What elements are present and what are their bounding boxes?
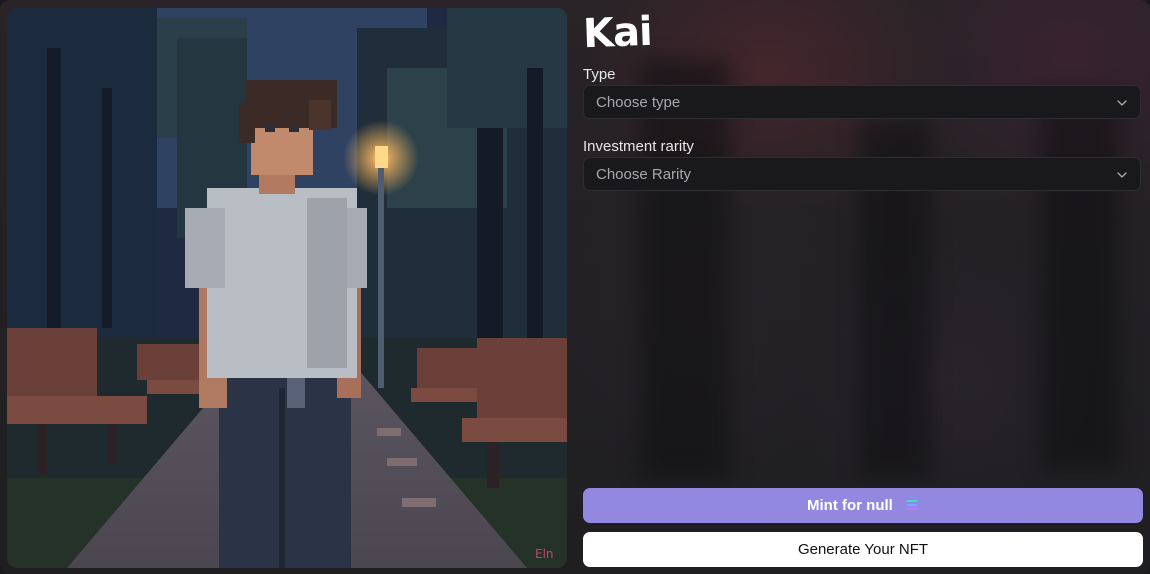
- pixel-art-illustration: Eln: [7, 8, 567, 568]
- nft-name-title: Kai: [582, 8, 653, 58]
- artist-signature: Eln: [535, 547, 554, 561]
- generate-nft-button[interactable]: Generate Your NFT: [583, 532, 1143, 567]
- type-select[interactable]: Choose type: [583, 85, 1141, 119]
- type-select-value: Choose type: [596, 94, 681, 111]
- mint-button-label: Mint for null: [807, 497, 893, 514]
- chevron-down-icon: [1117, 100, 1127, 106]
- rarity-label: Investment rarity: [583, 138, 694, 155]
- nft-artwork: Eln: [7, 8, 567, 568]
- rarity-select[interactable]: Choose Rarity: [583, 157, 1141, 191]
- type-label: Type: [583, 66, 616, 83]
- nft-generator-modal: Eln Kai Type Choose type Investment rari…: [0, 0, 1150, 574]
- mint-button[interactable]: Mint for null: [583, 488, 1143, 523]
- chevron-down-icon: [1117, 172, 1127, 178]
- nft-form-panel: Kai Type Choose type Investment rarity C…: [582, 8, 1143, 568]
- rarity-select-value: Choose Rarity: [596, 166, 692, 183]
- solana-icon: [905, 499, 918, 510]
